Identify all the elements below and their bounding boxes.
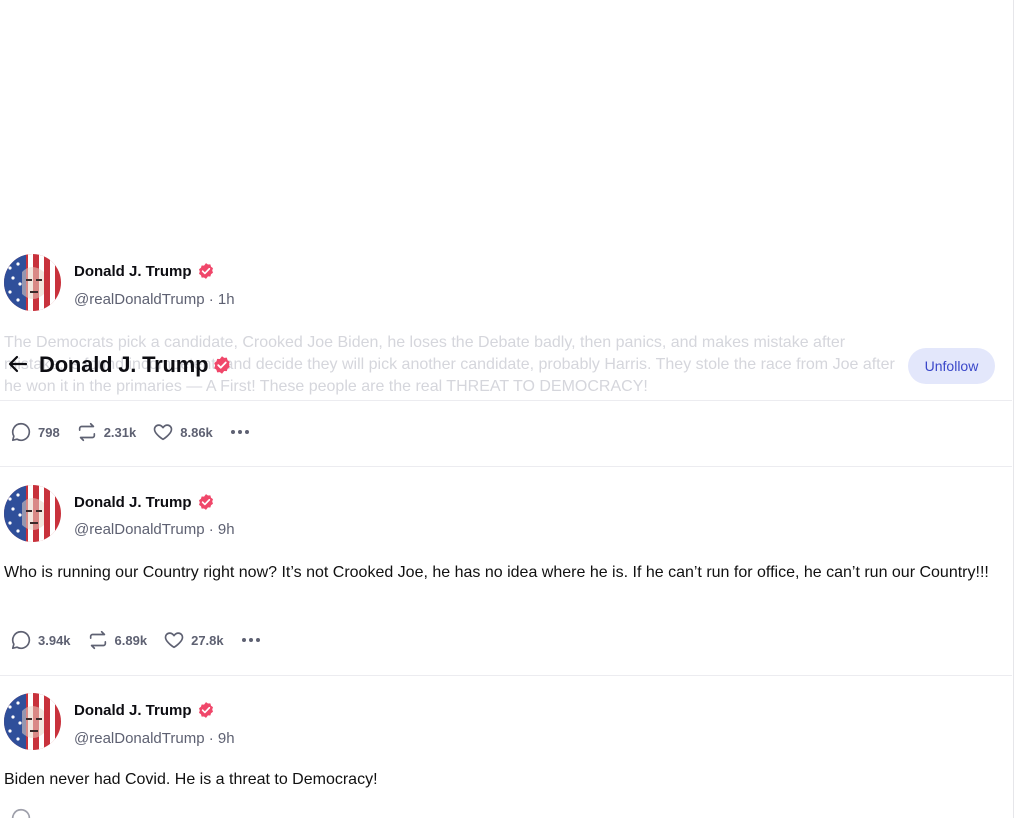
reply-count: 3.94k	[38, 632, 71, 648]
unfollow-button[interactable]: Unfollow	[908, 348, 995, 384]
repost-icon	[78, 422, 95, 442]
handle[interactable]: @realDonaldTrump	[74, 521, 205, 538]
author-name[interactable]: Donald J. Trump	[74, 262, 215, 280]
page-title: Donald J. Trump	[39, 352, 232, 378]
divider	[0, 675, 1012, 676]
author-name[interactable]: Donald J. Trump	[74, 493, 215, 511]
more-options-icon[interactable]	[230, 430, 249, 434]
timestamp[interactable]: 1h	[218, 291, 235, 308]
timestamp[interactable]: 9h	[218, 521, 235, 538]
repost-count: 6.89k	[114, 632, 148, 648]
repost-button[interactable]: 6.89k	[87, 629, 148, 651]
handle-line: @realDonaldTrump · 1h	[74, 291, 235, 308]
like-count: 27.8k	[191, 632, 224, 648]
separator: ·	[204, 521, 218, 538]
author-name-text: Donald J. Trump	[74, 493, 192, 511]
post-actions: 3.94k 6.89k 27.8k	[10, 628, 260, 652]
post-text: Who is running our Country right now? It…	[4, 564, 989, 581]
author-name-text: Donald J. Trump	[74, 262, 192, 280]
avatar[interactable]	[4, 485, 61, 542]
back-arrow-icon[interactable]	[6, 352, 30, 376]
like-button[interactable]: 27.8k	[163, 629, 224, 651]
right-border	[1013, 0, 1014, 818]
repost-icon	[89, 630, 106, 650]
timestamp[interactable]: 9h	[218, 730, 235, 747]
post-actions	[10, 806, 48, 818]
separator: ·	[204, 291, 218, 308]
reply-count: 798	[38, 424, 60, 440]
reply-button[interactable]	[10, 807, 32, 818]
divider	[0, 466, 1012, 467]
reply-button[interactable]: 3.94k	[10, 629, 71, 651]
handle-line: @realDonaldTrump · 9h	[74, 730, 235, 747]
verified-badge-icon	[198, 494, 213, 510]
repost-button[interactable]: 2.31k	[76, 421, 137, 443]
handle[interactable]: @realDonaldTrump	[74, 730, 205, 747]
reply-icon	[11, 808, 31, 818]
handle-line: @realDonaldTrump · 9h	[74, 521, 235, 538]
heart-icon	[164, 632, 184, 649]
avatar[interactable]	[4, 693, 61, 750]
repost-count: 2.31k	[103, 424, 137, 440]
divider	[0, 400, 1012, 401]
verified-badge-icon	[214, 356, 231, 374]
more-options-icon[interactable]	[241, 638, 260, 642]
page-title-text: Donald J. Trump	[39, 352, 209, 377]
reply-button[interactable]: 798	[10, 421, 60, 443]
author-name-text: Donald J. Trump	[74, 701, 192, 719]
reply-icon	[11, 422, 31, 442]
post-actions: 798 2.31k 8.86k	[10, 420, 249, 444]
verified-badge-icon	[198, 702, 213, 718]
post-text: Biden never had Covid. He is a threat to…	[4, 771, 378, 788]
handle[interactable]: @realDonaldTrump	[74, 291, 205, 308]
verified-badge-icon	[198, 263, 213, 279]
like-count: 8.86k	[180, 424, 213, 440]
heart-icon	[153, 424, 173, 441]
like-button[interactable]: 8.86k	[152, 421, 213, 443]
separator: ·	[204, 730, 218, 747]
avatar[interactable]	[4, 254, 61, 311]
author-name[interactable]: Donald J. Trump	[74, 701, 215, 719]
profile-header: Donald J. Trump	[0, 340, 1012, 392]
reply-icon	[11, 630, 31, 650]
